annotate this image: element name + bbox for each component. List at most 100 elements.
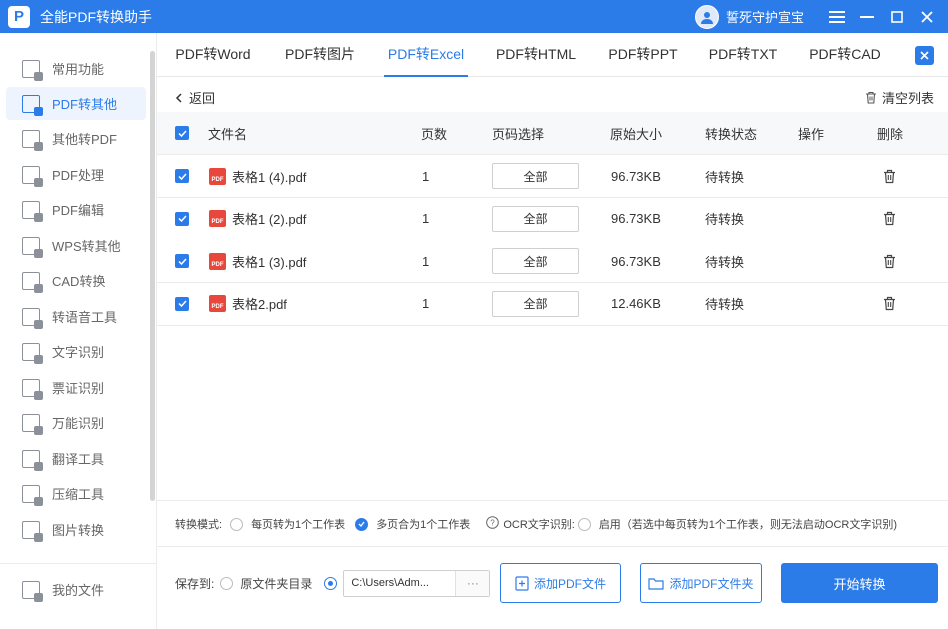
- file-name-cell: PDF 表格2.pdf: [209, 283, 287, 325]
- trash-icon: [884, 169, 895, 183]
- add-file-icon: [515, 575, 529, 591]
- row-checkbox[interactable]: [175, 155, 189, 197]
- sidebar-item[interactable]: 常用功能: [6, 52, 146, 85]
- ocr-enable-label[interactable]: 启用（若选中每页转为1个工作表，则无法启动OCR文字识别): [599, 516, 897, 532]
- select-all-checkbox[interactable]: [175, 112, 189, 154]
- svg-text:?: ?: [491, 519, 496, 528]
- menu-icon[interactable]: [822, 0, 852, 33]
- tab[interactable]: PDF转PPT: [593, 33, 693, 77]
- trash-icon: [884, 296, 895, 311]
- sidebar-item-label: 翻译工具: [52, 452, 105, 467]
- sidebar-scrollbar[interactable]: [150, 51, 155, 501]
- page-select-button[interactable]: 全部: [492, 163, 579, 189]
- row-checkbox[interactable]: [175, 240, 189, 282]
- delete-row-button[interactable]: [883, 240, 896, 282]
- mode-one-per-page-radio[interactable]: [230, 517, 244, 531]
- start-convert-button[interactable]: 开始转换: [781, 563, 938, 603]
- sidebar-item-label: 万能识别: [52, 416, 105, 431]
- sidebar-item[interactable]: 压缩工具: [6, 477, 146, 510]
- file-name-cell: PDF 表格1 (3).pdf: [209, 240, 306, 282]
- sidebar-item[interactable]: WPS转其他: [6, 229, 146, 262]
- add-pdf-folder-button[interactable]: 添加PDF文件夹: [640, 563, 762, 603]
- page-count: 1: [422, 211, 430, 226]
- options-divider: [157, 546, 948, 547]
- pdf-file-icon: PDF: [209, 252, 226, 270]
- maximize-icon[interactable]: [882, 0, 912, 33]
- sidebar-item[interactable]: PDF处理: [6, 158, 146, 191]
- delete-row-button[interactable]: [883, 155, 896, 197]
- tab[interactable]: PDF转CAD: [795, 33, 895, 77]
- mode-multi-to-one-radio[interactable]: [355, 517, 369, 531]
- translate-icon: [22, 449, 43, 471]
- table-row[interactable]: PDF 表格2.pdf 1 全部 12.46KB 待转换: [157, 282, 948, 326]
- mode-multi-to-one-label[interactable]: 多页合为1个工作表: [376, 516, 470, 532]
- ocr-enable-radio[interactable]: [577, 517, 591, 531]
- save-custom-radio[interactable]: [324, 576, 338, 590]
- tab[interactable]: PDF转HTML: [486, 33, 586, 77]
- save-path-value[interactable]: C:\Users\Adm...: [344, 577, 455, 589]
- sidebar-item[interactable]: 翻译工具: [6, 442, 146, 475]
- minimize-icon[interactable]: [852, 0, 882, 33]
- page-select-button[interactable]: 全部: [492, 205, 579, 232]
- conversion-mode-options: 转换模式: 每页转为1个工作表 多页合为1个工作表 ? OCR文字识别: 启用（…: [175, 516, 897, 532]
- tab[interactable]: PDF转Word: [163, 33, 263, 77]
- sidebar-item[interactable]: PDF转其他: [6, 87, 146, 120]
- page-select-cell: 全部: [492, 155, 579, 197]
- save-location: 保存到: 原文件夹目录 C:\Users\Adm... ···: [175, 568, 491, 598]
- sidebar-item-label: 我的文件: [52, 583, 105, 598]
- sidebar-item[interactable]: 文字识别: [6, 335, 146, 368]
- table-row[interactable]: PDF 表格1 (2).pdf 1 全部 96.73KB 待转换: [157, 197, 948, 241]
- save-path-field[interactable]: C:\Users\Adm... ···: [343, 569, 491, 597]
- save-original-label[interactable]: 原文件夹目录: [240, 575, 312, 592]
- convert-status: 待转换: [705, 212, 745, 227]
- convert-status: 待转换: [705, 297, 745, 312]
- save-original-radio[interactable]: [220, 576, 234, 590]
- sidebar-item[interactable]: 其他转PDF: [6, 122, 146, 155]
- sidebar-item[interactable]: PDF编辑: [6, 193, 146, 226]
- close-icon[interactable]: [912, 0, 942, 33]
- my-files-icon: [22, 580, 43, 602]
- to-pdf-icon: [22, 129, 43, 151]
- sidebar-item-label: PDF编辑: [52, 203, 105, 218]
- trash-icon: [866, 91, 876, 104]
- page-select-cell: 全部: [492, 283, 579, 325]
- trash-icon: [884, 254, 895, 268]
- file-size: 96.73KB: [611, 168, 661, 184]
- browse-button[interactable]: ···: [455, 570, 490, 596]
- delete-row-button[interactable]: [883, 198, 896, 240]
- delete-row-button[interactable]: [883, 283, 896, 325]
- tab[interactable]: PDF转Excel: [376, 33, 476, 77]
- page-count: 1: [422, 296, 430, 311]
- user-name[interactable]: 誓死守护宣宝: [726, 7, 804, 26]
- tab-close-icon[interactable]: [915, 46, 934, 65]
- clear-list-button[interactable]: 清空列表: [865, 88, 934, 107]
- tab[interactable]: PDF转TXT: [693, 33, 793, 77]
- user-avatar[interactable]: [694, 4, 719, 29]
- chevron-left-icon: [175, 92, 182, 103]
- mode-one-per-page-label[interactable]: 每页转为1个工作表: [251, 516, 345, 532]
- sidebar-item[interactable]: 转语音工具: [6, 300, 146, 333]
- sidebar-item-label: 其他转PDF: [52, 132, 118, 147]
- sidebar-item[interactable]: 票证识别: [6, 371, 146, 404]
- table-row[interactable]: PDF 表格1 (4).pdf 1 全部 96.73KB 待转换: [157, 155, 948, 198]
- title-bar-controls: 誓死守护宣宝: [694, 0, 948, 33]
- pdf-file-icon: PDF: [209, 210, 226, 227]
- help-icon[interactable]: ?: [486, 516, 500, 532]
- row-checkbox[interactable]: [175, 283, 189, 325]
- header-page-select: 页码选择: [492, 126, 545, 142]
- sidebar-item[interactable]: CAD转换: [6, 264, 146, 297]
- back-button[interactable]: 返回: [175, 88, 215, 107]
- row-checkbox[interactable]: [175, 198, 189, 240]
- page-select-button[interactable]: 全部: [492, 290, 579, 317]
- header-action: 操作: [798, 126, 825, 142]
- sidebar-item-label: 压缩工具: [52, 487, 105, 502]
- page-select-button[interactable]: 全部: [492, 248, 579, 274]
- add-pdf-file-button[interactable]: 添加PDF文件: [500, 563, 621, 603]
- tab[interactable]: PDF转图片: [270, 33, 370, 77]
- file-name: 表格2.pdf: [232, 297, 287, 312]
- wps-icon: [22, 236, 43, 258]
- sidebar-item[interactable]: 图片转换: [6, 513, 146, 546]
- table-row[interactable]: PDF 表格1 (3).pdf 1 全部 96.73KB 待转换: [157, 240, 948, 283]
- sidebar-item[interactable]: 万能识别: [6, 406, 146, 439]
- sidebar-item-my-files[interactable]: 我的文件: [6, 573, 146, 606]
